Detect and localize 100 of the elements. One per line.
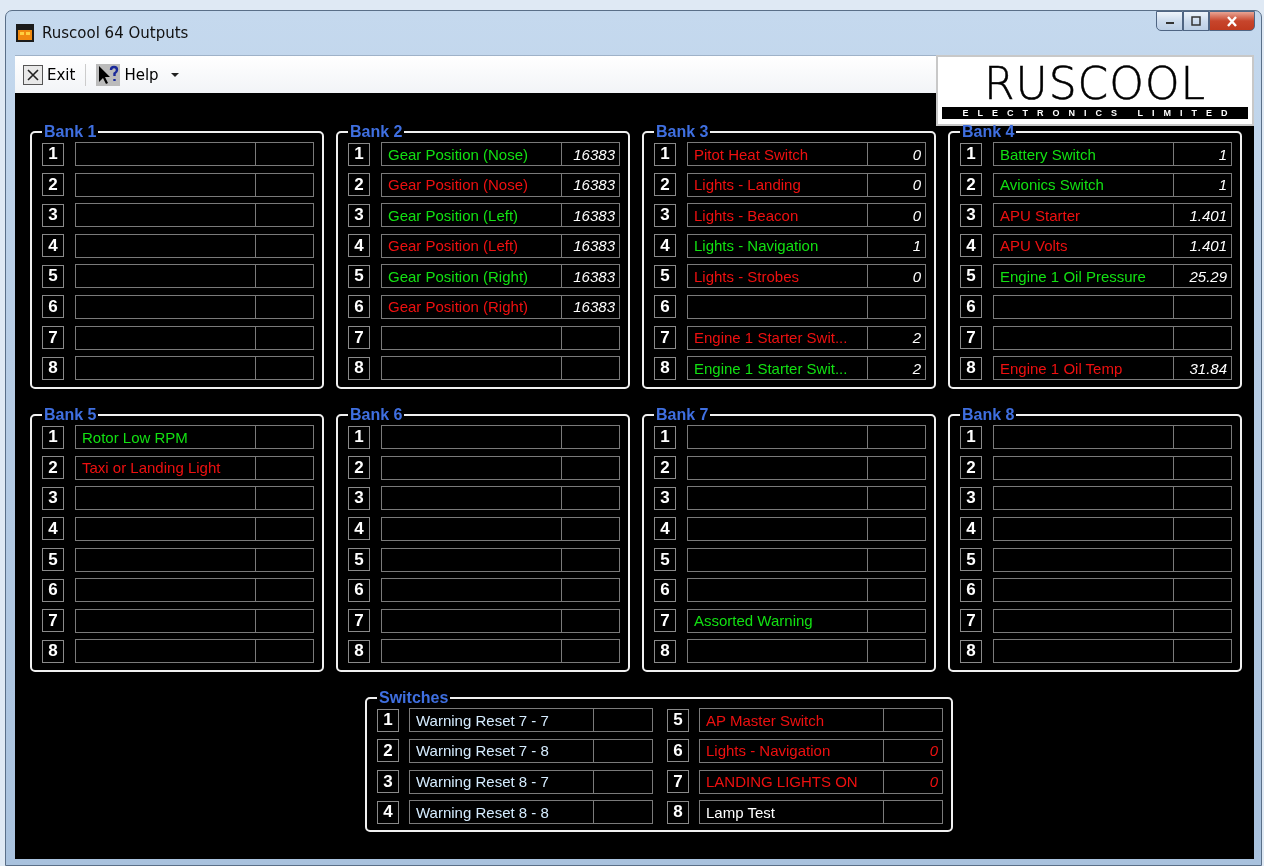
output-label: Lights - Navigation bbox=[699, 738, 883, 763]
output-label: Assorted Warning bbox=[687, 608, 867, 633]
bank-title: Bank 6 bbox=[349, 407, 404, 424]
output-value bbox=[254, 578, 314, 603]
output-number: 1 bbox=[348, 425, 370, 449]
output-value bbox=[593, 708, 653, 733]
output-number: 2 bbox=[960, 173, 982, 197]
help-menu[interactable]: Help bbox=[92, 61, 185, 88]
output-value bbox=[254, 516, 314, 541]
output-value bbox=[560, 639, 620, 664]
output-label: Engine 1 Starter Swit... bbox=[687, 325, 867, 350]
close-icon bbox=[23, 64, 43, 85]
output-value bbox=[1172, 639, 1232, 664]
output-number: 3 bbox=[960, 203, 982, 227]
output-value bbox=[593, 800, 653, 825]
output-value bbox=[254, 455, 314, 480]
output-value bbox=[1172, 294, 1232, 319]
output-value bbox=[866, 547, 926, 572]
output-number: 7 bbox=[960, 326, 982, 350]
output-number: 4 bbox=[960, 517, 982, 541]
output-value: 16383 bbox=[560, 294, 620, 319]
output-label: Gear Position (Right) bbox=[381, 264, 561, 289]
menu-item[interactable]: Exit bbox=[19, 62, 80, 87]
output-number: 8 bbox=[654, 639, 676, 663]
output-value: 16383 bbox=[560, 203, 620, 228]
output-number: 2 bbox=[348, 456, 370, 480]
output-value bbox=[560, 608, 620, 633]
window-title: Ruscool 64 Outputs bbox=[42, 24, 189, 42]
output-value bbox=[560, 547, 620, 572]
output-label: Gear Position (Left) bbox=[381, 203, 561, 228]
output-number: 5 bbox=[654, 264, 676, 288]
output-value bbox=[593, 769, 653, 794]
output-number: 7 bbox=[42, 326, 64, 350]
logo-name: RUSCOOL bbox=[983, 62, 1207, 105]
output-value bbox=[560, 356, 620, 381]
output-value: 2 bbox=[866, 325, 926, 350]
output-number: 6 bbox=[667, 739, 689, 763]
output-number: 7 bbox=[960, 609, 982, 633]
output-number: 8 bbox=[667, 800, 689, 824]
output-label: Lights - Navigation bbox=[687, 233, 867, 258]
output-value bbox=[866, 639, 926, 664]
output-number: 7 bbox=[348, 609, 370, 633]
close-button[interactable] bbox=[1209, 11, 1255, 31]
output-value bbox=[254, 142, 314, 166]
output-label: Lamp Test bbox=[699, 800, 883, 825]
output-value: 1 bbox=[1172, 172, 1232, 197]
bank-title: Bank 4 bbox=[961, 124, 1016, 140]
output-value bbox=[254, 486, 314, 511]
output-number: 6 bbox=[42, 295, 64, 319]
output-value bbox=[254, 172, 314, 197]
output-number: 3 bbox=[42, 486, 64, 510]
output-label: Rotor Low RPM bbox=[75, 425, 255, 450]
output-number: 4 bbox=[960, 234, 982, 258]
output-value bbox=[866, 608, 926, 633]
output-number: 4 bbox=[377, 800, 399, 824]
output-label: Warning Reset 8 - 7 bbox=[409, 769, 593, 794]
app-icon bbox=[16, 24, 34, 42]
output-value: 31.84 bbox=[1172, 356, 1232, 381]
output-label: Gear Position (Left) bbox=[381, 233, 561, 258]
output-number: 5 bbox=[42, 264, 64, 288]
output-value bbox=[1172, 486, 1232, 511]
output-value bbox=[254, 356, 314, 381]
output-value bbox=[254, 547, 314, 572]
bank-title: Bank 7 bbox=[655, 407, 710, 424]
output-number: 5 bbox=[667, 708, 689, 732]
output-number: 4 bbox=[348, 517, 370, 541]
output-number: 1 bbox=[654, 425, 676, 449]
maximize-icon bbox=[1191, 16, 1201, 26]
output-value bbox=[1172, 325, 1232, 350]
output-value bbox=[1172, 425, 1232, 450]
output-value: 16383 bbox=[560, 264, 620, 289]
output-value: 1.401 bbox=[1172, 233, 1232, 258]
output-value bbox=[254, 325, 314, 350]
output-number: 3 bbox=[348, 486, 370, 510]
output-label: Taxi or Landing Light bbox=[75, 455, 255, 480]
output-label: Battery Switch bbox=[993, 142, 1173, 166]
output-number: 8 bbox=[960, 639, 982, 663]
output-label: Lights - Beacon bbox=[687, 203, 867, 228]
output-value bbox=[560, 425, 620, 450]
output-value bbox=[883, 800, 943, 825]
output-number: 2 bbox=[42, 173, 64, 197]
output-number: 1 bbox=[960, 425, 982, 449]
output-value bbox=[254, 203, 314, 228]
output-number: 5 bbox=[348, 548, 370, 572]
output-number: 8 bbox=[960, 356, 982, 380]
output-value: 1.401 bbox=[1172, 203, 1232, 228]
output-value bbox=[560, 516, 620, 541]
maximize-button[interactable] bbox=[1183, 11, 1209, 31]
output-label: APU Starter bbox=[993, 203, 1173, 228]
minimize-button[interactable] bbox=[1156, 11, 1183, 31]
output-number: 1 bbox=[42, 425, 64, 449]
output-label: Gear Position (Nose) bbox=[381, 172, 561, 197]
output-number: 3 bbox=[348, 203, 370, 227]
output-value: 16383 bbox=[560, 172, 620, 197]
output-value bbox=[254, 608, 314, 633]
output-number: 6 bbox=[654, 578, 676, 602]
bank-title: Bank 1 bbox=[43, 124, 98, 140]
output-number: 2 bbox=[654, 173, 676, 197]
output-number: 3 bbox=[654, 203, 676, 227]
logo-tagline: ELECTRONICS LIMITED bbox=[942, 106, 1248, 119]
